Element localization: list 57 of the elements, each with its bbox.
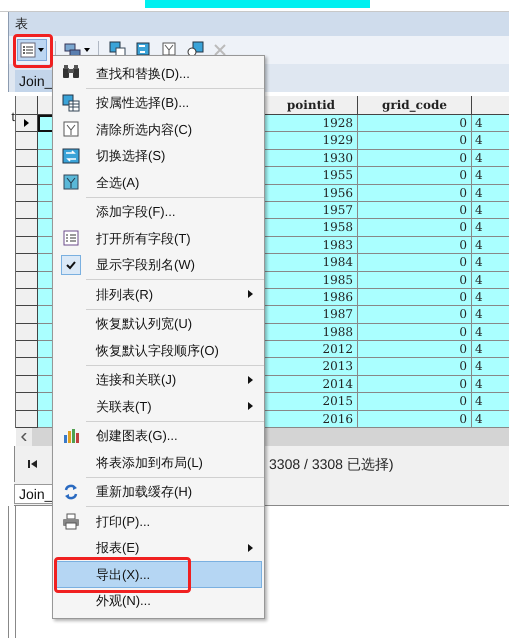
table-cell: 2015 [265,393,358,411]
table-cell: 0 [358,358,472,376]
table-cell: 4 [472,184,509,202]
table-cell: 0 [358,115,472,132]
table-cell: 4 [472,393,509,411]
table-cell: 0 [358,410,472,428]
table-cell: 0 [358,324,472,342]
table-cell: 1983 [265,236,358,254]
table-cell: 4 [472,115,509,132]
table-cell: 0 [358,132,472,150]
table-cell: 1930 [265,150,358,168]
table-cell: 0 [358,306,472,324]
table-cell: 0 [358,184,472,202]
table-cell: 1987 [265,306,358,324]
table-cell: 1986 [265,288,358,306]
table-cell: 1955 [265,167,358,185]
table-cell: 1988 [265,324,358,342]
table-cell: 0 [358,202,472,220]
table-cell: 4 [472,358,509,376]
table-cell: 1958 [265,219,358,237]
table-cell: 4 [472,324,509,342]
table-cell: 1984 [265,254,358,272]
table-cell: 0 [358,150,472,168]
table-cell: 4 [472,219,509,237]
table-cell: 1956 [265,184,358,202]
table-cell: 2012 [265,341,358,358]
table-cell: 0 [358,167,472,185]
table-cell: 4 [472,341,509,358]
table-cell: 4 [472,167,509,185]
table-cell: 4 [472,254,509,272]
table-cell: 2014 [265,376,358,394]
window-title: 表 [15,15,28,34]
table-cell: 0 [358,376,472,394]
table-cell: 0 [358,272,472,289]
record-count: 3308 / 3308 已选择) [269,454,394,474]
table-cell: 4 [472,236,509,254]
table-cell: 4 [472,150,509,168]
table-cell: 0 [358,254,472,272]
table-cell: 1928 [265,115,358,132]
table-cell: 4 [472,376,509,394]
table-cell: 1957 [265,202,358,220]
table-cell: 2013 [265,358,358,376]
table-cell: 4 [472,306,509,324]
table-cell: 4 [472,132,509,150]
table-cell: 0 [358,341,472,358]
table-cell: 1929 [265,132,358,150]
table-cell: 0 [358,393,472,411]
table-cell: 1985 [265,272,358,289]
table-cell: 2016 [265,410,358,428]
table-cell: 0 [358,219,472,237]
table-cell: 0 [358,288,472,306]
text-fragment: t [11,110,15,126]
table-cell: 4 [472,410,509,428]
table-cell: 4 [472,272,509,289]
table-cell: 4 [472,202,509,220]
table-cell: 0 [358,236,472,254]
table-cell: 4 [472,288,509,306]
